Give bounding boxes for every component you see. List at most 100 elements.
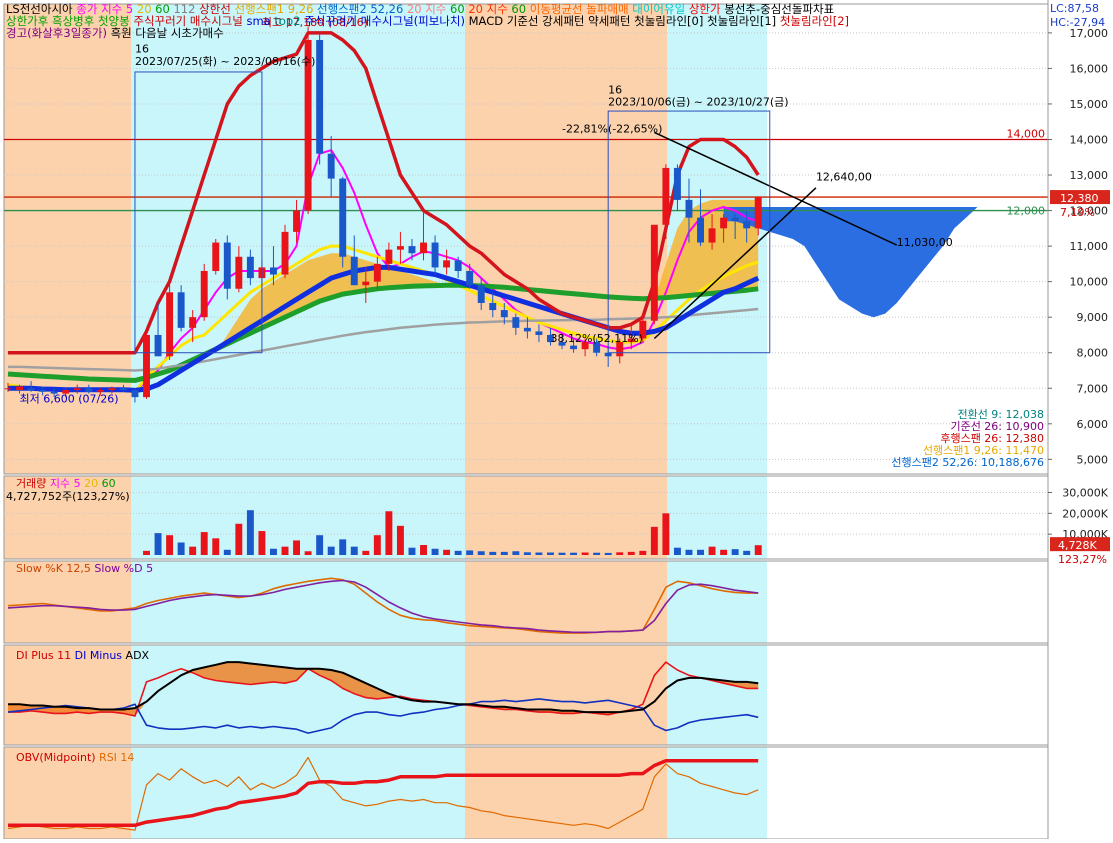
volume-bar [350, 546, 358, 555]
volume-bar [604, 552, 612, 555]
volume-bar [639, 550, 647, 555]
volume-bar [743, 550, 751, 555]
candle-body [466, 270, 474, 286]
candle-body [708, 228, 716, 243]
volume-bar [304, 551, 312, 555]
volume-subtitle: 4,727,752주(123,27%) [6, 490, 130, 503]
volume-bar [293, 540, 301, 555]
volume-bar [223, 549, 231, 555]
period-band [465, 645, 667, 745]
volume-bar [466, 550, 474, 555]
candle-body [166, 292, 174, 357]
candle-body [246, 256, 254, 279]
candle-body [697, 217, 704, 243]
candle-body [73, 388, 81, 391]
candle-body [327, 153, 335, 179]
period-band [465, 747, 667, 839]
period-band [131, 561, 465, 643]
legend-item: 약세패턴 [584, 14, 630, 28]
volume-badge-text: 4,728K [1058, 539, 1097, 552]
volume-bar [720, 549, 728, 555]
period-band [667, 645, 767, 745]
candle-body [270, 267, 277, 275]
tick-label: 15,000 [1070, 98, 1109, 111]
volume-bar [512, 551, 520, 555]
volume-bar [154, 533, 162, 555]
candle-body [570, 345, 578, 350]
panel-title-part: Slow %D 5 [91, 562, 153, 575]
volume-bar [189, 546, 197, 555]
volume-bar [697, 549, 704, 555]
period-band [465, 476, 667, 559]
price-annotation: 11,030,00 [897, 236, 953, 249]
volume-bar [477, 551, 485, 555]
candle-body [385, 249, 393, 264]
candle-body [477, 285, 485, 303]
volume-bar [570, 552, 578, 555]
panel-title-part: 20 [81, 477, 99, 490]
candle-body [443, 260, 451, 268]
panel-title-part: DI Plus 11 [16, 649, 71, 662]
candle-body [339, 178, 347, 257]
volume-bar [408, 547, 416, 555]
volume-bar [373, 535, 381, 555]
legend-item: 첫눌림라인[2] [776, 14, 849, 28]
candle-body [119, 388, 127, 391]
legend-item: 첫눌림라인[1] [703, 14, 776, 28]
volume-bar [143, 550, 150, 555]
level-label: 14,000 [1007, 127, 1046, 140]
candle-body [293, 210, 301, 232]
price-annotation: 2023/07/25(화) ~ 2023/08/16(수) [135, 55, 315, 68]
price-annotation: 최저 6,600 (07/26) [20, 392, 119, 405]
period-highlight-bands [3, 3, 1049, 840]
price-annotation: -22,81%(-22,65%) [562, 122, 662, 135]
volume-bar [362, 550, 370, 555]
volume-bar [396, 525, 404, 555]
panel-title: DI Plus 11 DI Minus ADX [16, 649, 150, 662]
volume-bar [270, 548, 277, 555]
price-annotation: 16 [135, 42, 149, 55]
volume-bar [420, 545, 427, 555]
volume-bar [627, 551, 635, 555]
panel-title-part: Slow %K 12,5 [16, 562, 91, 575]
ichimoku-cloud-blue [723, 207, 1036, 318]
candle-body [373, 263, 381, 282]
volume-bar [454, 550, 462, 555]
volume-bar [235, 523, 243, 555]
lc-readout: LC:87,58 [1050, 2, 1099, 15]
tick-label: 7,000 [1077, 382, 1109, 395]
panel-title-part: 60 [98, 477, 116, 490]
legend-item: 경고(화살후3일종가) [6, 26, 107, 40]
legend-item: sma [243, 14, 271, 28]
change-percent-label: 7,19% [1060, 206, 1095, 219]
panel-title: 거래량 지수 5 20 60 [16, 477, 116, 490]
candle-body [108, 388, 116, 391]
candle-body [754, 197, 762, 229]
volume-bar [200, 532, 208, 555]
volume-bar [339, 539, 347, 555]
legend-line: 경고(화살후3일종가) 흑원 다음날 시초가매수 [6, 26, 224, 40]
volume-bar [662, 513, 670, 555]
volume-bar [212, 538, 220, 555]
volume-bar [685, 549, 693, 555]
level-label: 12,000 [1007, 205, 1046, 218]
tick-label: 8,000 [1077, 347, 1109, 360]
tick-label: 11,000 [1070, 240, 1109, 253]
tick-label: 13,000 [1070, 169, 1109, 182]
candle-body [662, 167, 670, 225]
candle-body [189, 317, 197, 328]
volume-bar [258, 531, 266, 555]
volume-bar [754, 545, 762, 555]
volume-bar [708, 546, 716, 555]
panel-title: Slow %K 12,5 Slow %D 5 [16, 562, 153, 575]
volume-bar [650, 526, 658, 555]
candle-body [131, 390, 139, 398]
candle-body [212, 242, 220, 271]
panel-title-part: ADX [122, 649, 149, 662]
candle-body [143, 334, 150, 398]
volume-bar [500, 551, 508, 555]
volume-bar [443, 549, 451, 555]
period-band [465, 4, 667, 474]
price-annotation: 16 [608, 83, 622, 96]
tick-label: 20,000K [1062, 507, 1108, 520]
